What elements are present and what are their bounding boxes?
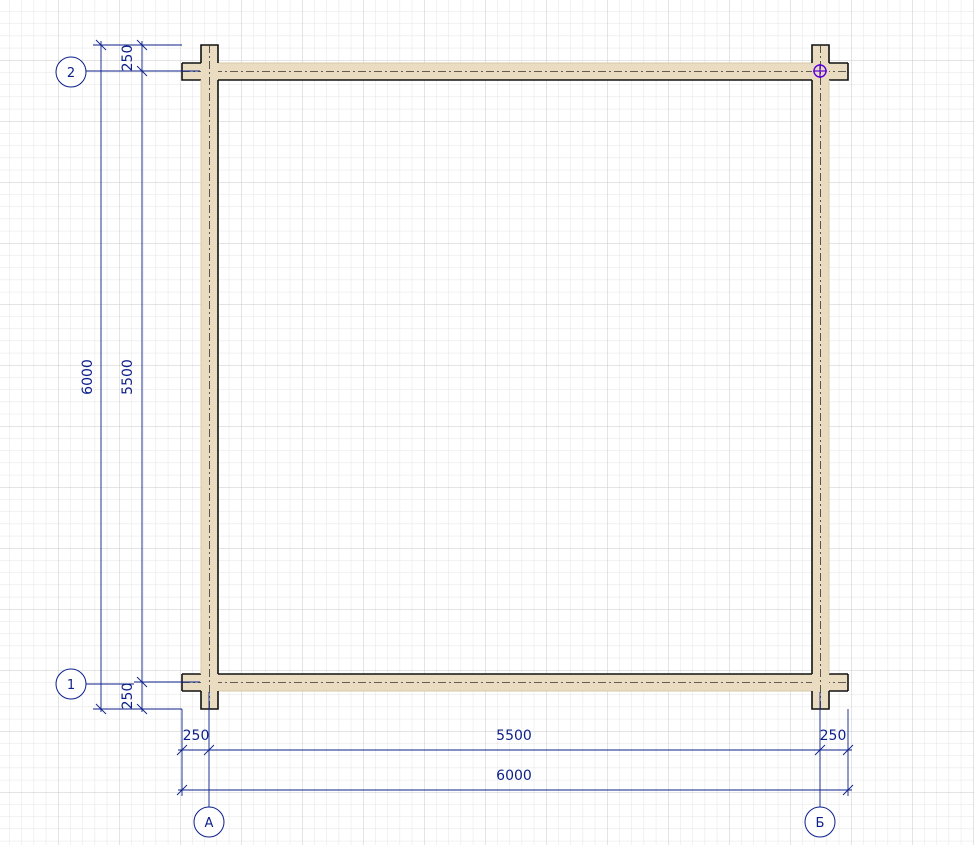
axis-marker-row-1[interactable]: 1 [55,668,87,700]
axis-marker-row-2[interactable]: 2 [55,56,87,88]
axis-label-row-1: 1 [67,678,75,693]
dim-vertical-top-offset: 250 [120,45,136,72]
dim-vertical-bottom-offset: 250 [120,683,136,710]
drawing-canvas[interactable]: 250 5500 6000 250 250 5500 250 6000 2 1 … [0,0,974,845]
dim-horizontal-overall: 6000 [496,768,532,784]
axis-marker-column-b[interactable]: Б [804,806,836,838]
axis-label-column-b: Б [816,816,825,831]
wall-bottom[interactable] [181,673,849,692]
wall-top[interactable] [181,62,849,81]
wall-right[interactable] [811,44,830,710]
dim-horizontal-right-offset: 250 [820,728,847,744]
dim-vertical-inner: 5500 [120,359,136,395]
axis-label-column-a: А [205,816,214,831]
axis-marker-column-a[interactable]: А [193,806,225,838]
axis-label-row-2: 2 [67,66,75,81]
dim-horizontal-left-offset: 250 [183,728,210,744]
dim-horizontal-inner: 5500 [496,728,532,744]
wall-left[interactable] [200,44,219,710]
dim-vertical-overall: 6000 [80,359,96,395]
